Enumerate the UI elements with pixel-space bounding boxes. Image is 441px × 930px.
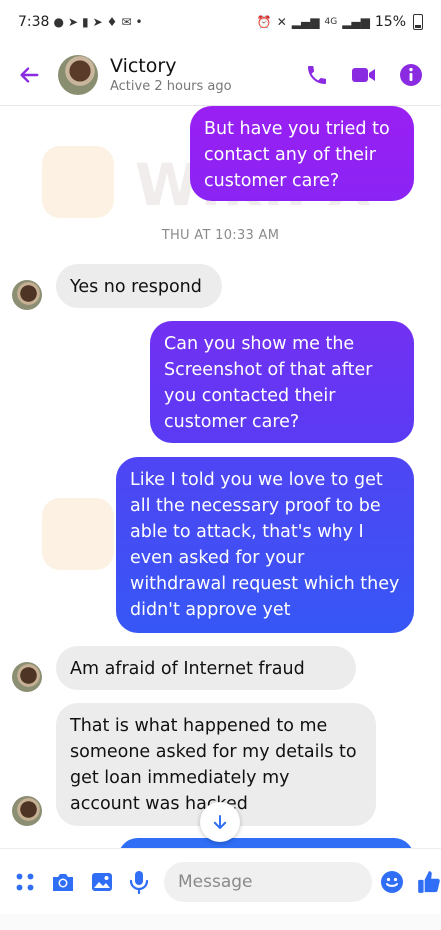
- thumbs-up-icon: [418, 870, 440, 893]
- alarm-icon: ⏰: [256, 15, 272, 29]
- video-camera-icon[interactable]: [351, 63, 377, 87]
- status-left: 7:38 ● ➤ ▮ ➤ ♦ ✉ •: [18, 14, 143, 30]
- sender-avatar[interactable]: [12, 662, 42, 692]
- contact-titles[interactable]: Victory Active 2 hours ago: [110, 55, 232, 94]
- message-bubble[interactable]: Can you show me the Screenshot of that a…: [150, 321, 414, 443]
- camera-button[interactable]: [50, 867, 76, 897]
- message-timestamp: THU AT 10:33 AM: [161, 228, 280, 243]
- chat-header: Victory Active 2 hours ago: [0, 44, 441, 106]
- status-bar: 7:38 ● ➤ ▮ ➤ ♦ ✉ • ⏰ ✕ ▂▄▆ 4G ▂▄▆ 15%: [0, 0, 441, 44]
- whatsapp-icon: ●: [53, 15, 64, 29]
- message-bubble[interactable]: But have you tried to contact any of the…: [190, 106, 414, 201]
- message-bubble[interactable]: Like I told you we love to get all the n…: [116, 457, 414, 633]
- back-button[interactable]: [0, 44, 58, 106]
- like-button[interactable]: [416, 867, 441, 897]
- watermark-logo: [42, 146, 114, 218]
- mail-icon: ✉: [121, 15, 132, 29]
- scroll-to-bottom-button[interactable]: [200, 802, 240, 842]
- chat-thread[interactable]: WikiFX WikiFX But have you tried to cont…: [0, 106, 441, 848]
- phone-icon[interactable]: [305, 63, 329, 87]
- contact-avatar[interactable]: [58, 54, 98, 95]
- battery-icon: [413, 14, 423, 30]
- contact-name: Victory: [110, 55, 177, 77]
- message-input[interactable]: [164, 861, 372, 902]
- battery-percent: 15%: [374, 14, 406, 30]
- camera-icon: [53, 873, 73, 891]
- arrow-down-icon: [213, 815, 227, 829]
- message-bubble-partial[interactable]: [118, 838, 414, 848]
- telegram-icon: ➤: [67, 15, 78, 29]
- message-composer: [0, 848, 441, 914]
- system-nav-bar: [0, 914, 441, 930]
- mic-button[interactable]: [128, 867, 150, 897]
- dot-icon: •: [135, 15, 143, 29]
- apps-grid-icon: [16, 873, 34, 890]
- sender-avatar[interactable]: [12, 796, 42, 826]
- header-actions: [305, 63, 441, 87]
- message-bubble[interactable]: Yes no respond: [56, 264, 222, 308]
- apps-button[interactable]: [14, 867, 36, 897]
- sender-avatar[interactable]: [12, 280, 42, 310]
- mute-icon: ✕: [276, 15, 287, 29]
- signal-icon: ▂▄▆: [291, 15, 320, 29]
- network-type: 4G: [324, 17, 338, 27]
- emoji-button[interactable]: [380, 867, 404, 897]
- gallery-icon: [92, 872, 112, 891]
- notification-icon: ▮: [82, 15, 89, 29]
- status-time: 7:38: [18, 14, 50, 30]
- status-right: ⏰ ✕ ▂▄▆ 4G ▂▄▆ 15%: [257, 14, 423, 30]
- message-bubble[interactable]: Am afraid of Internet fraud: [56, 646, 356, 690]
- telegram-icon-2: ➤: [92, 15, 103, 29]
- info-icon[interactable]: [399, 63, 423, 87]
- twitter-icon: ♦: [106, 15, 118, 29]
- microphone-icon: [129, 870, 149, 894]
- back-arrow-icon: [20, 66, 39, 83]
- contact-status: Active 2 hours ago: [110, 79, 232, 94]
- watermark-logo-2: [42, 498, 114, 570]
- emoji-icon: [381, 870, 403, 893]
- gallery-button[interactable]: [90, 867, 114, 897]
- signal-icon-2: ▂▄▆: [342, 15, 370, 29]
